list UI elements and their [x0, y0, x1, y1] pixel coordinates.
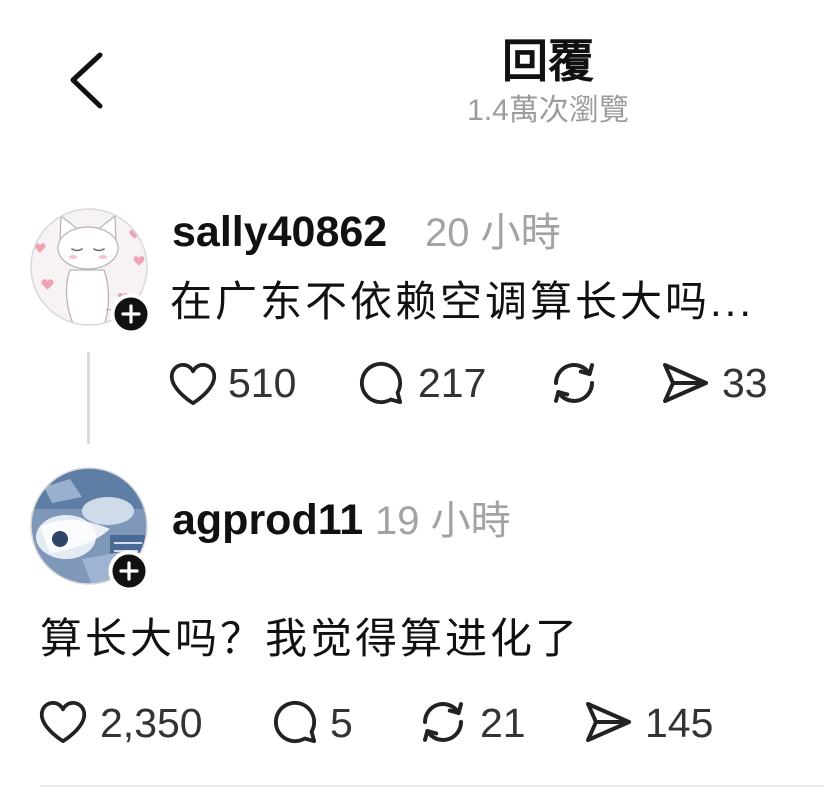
like-count: 510 [228, 360, 297, 406]
repost-icon [554, 363, 594, 403]
post-text: 算长大吗？我觉得算进化了 [40, 615, 581, 662]
reply-count: 217 [418, 360, 487, 406]
plus-icon [110, 293, 152, 335]
like-count: 2,350 [100, 700, 203, 746]
divider [40, 785, 824, 787]
view-count: 1.4萬次瀏覽 [467, 94, 629, 127]
like-button[interactable] [168, 359, 218, 409]
share-button[interactable] [584, 698, 632, 746]
send-icon [663, 363, 708, 403]
share-count: 33 [722, 360, 768, 406]
share-count: 145 [645, 700, 714, 746]
comment-icon [359, 361, 403, 405]
reply-count: 5 [330, 700, 353, 746]
like-button[interactable] [38, 697, 88, 747]
heart-icon [169, 362, 217, 406]
send-icon [586, 702, 631, 742]
username[interactable]: sally40862 [172, 211, 387, 254]
reply-button[interactable] [358, 360, 404, 406]
timestamp: 19 小時 [375, 499, 511, 543]
share-button[interactable] [661, 359, 709, 407]
plus-icon [108, 550, 150, 592]
timestamp: 20 小時 [425, 211, 561, 255]
repost-icon [423, 702, 463, 742]
comment-icon [273, 700, 317, 744]
post-text: 在广东不依赖空调算长大吗... [170, 278, 755, 325]
follow-button[interactable] [108, 550, 150, 592]
heart-icon [39, 700, 87, 744]
reply-button[interactable] [272, 699, 318, 745]
back-button[interactable] [58, 45, 110, 115]
page-title: 回覆 [502, 35, 594, 87]
thread-line [87, 352, 90, 444]
repost-button[interactable] [419, 698, 467, 746]
chevron-left-icon [70, 52, 103, 109]
repost-button[interactable] [550, 359, 598, 407]
username[interactable]: agprod11 [172, 499, 363, 542]
repost-count: 21 [480, 700, 526, 746]
follow-button[interactable] [110, 293, 152, 335]
